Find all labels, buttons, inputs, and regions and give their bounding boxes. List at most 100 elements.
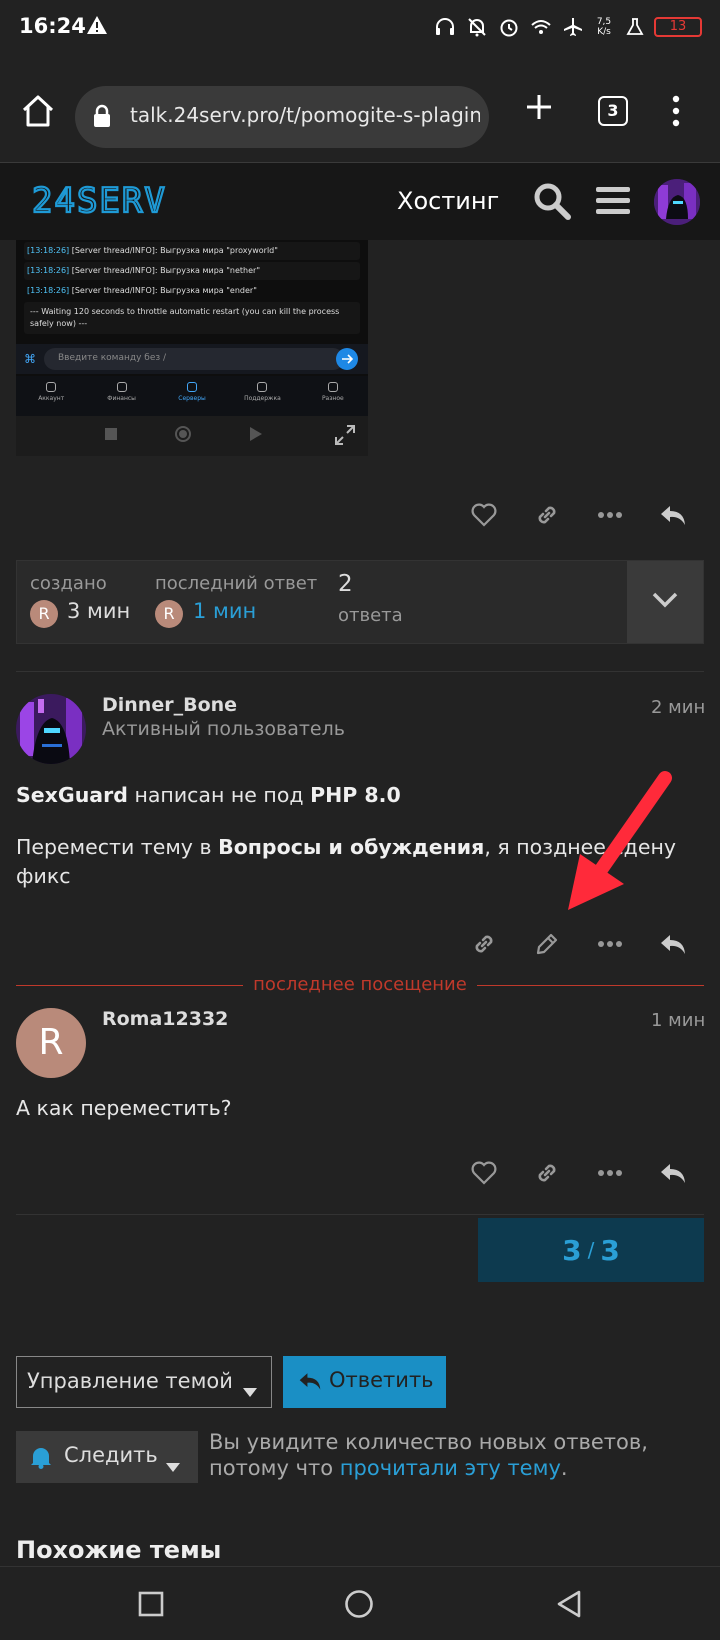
read-topic-link[interactable]: прочитали эту тему xyxy=(340,1456,561,1480)
reply-button-label: Ответить xyxy=(329,1368,434,1392)
link-icon[interactable] xyxy=(515,493,578,537)
divider xyxy=(16,671,704,672)
post-actions xyxy=(452,493,704,537)
chevron-down-icon xyxy=(651,591,679,613)
embed-nav-item: Аккаунт xyxy=(16,376,86,416)
last-reply-value[interactable]: 1 мин xyxy=(193,599,256,623)
created-label: создано xyxy=(30,573,107,594)
annotation-arrow xyxy=(568,771,672,910)
last-reply-label: последний ответ xyxy=(155,573,318,594)
clock: 16:24 xyxy=(19,14,86,38)
link-icon[interactable] xyxy=(452,922,515,966)
alarm-icon xyxy=(496,14,522,40)
lock-icon xyxy=(93,104,111,132)
notification-level-label: Следить xyxy=(64,1443,158,1467)
caret-down-icon xyxy=(243,1378,257,1402)
embed-nav-item: Финансы xyxy=(86,376,156,416)
embed-input-bar: ⌘ Введите команду без / xyxy=(16,344,368,374)
post-date[interactable]: 1 мин xyxy=(651,1010,705,1031)
bell-icon xyxy=(30,1445,52,1474)
home-nav-icon[interactable] xyxy=(344,1589,374,1623)
progress-total: 3 xyxy=(600,1233,620,1267)
search-icon[interactable] xyxy=(532,181,572,225)
command-icon: ⌘ xyxy=(24,352,36,366)
expand-image-icon[interactable] xyxy=(334,424,356,450)
notification-level-button[interactable]: Следить xyxy=(16,1431,198,1483)
embed-command-input: Введите команду без / xyxy=(44,348,344,370)
net-speed: 7,5 K/s xyxy=(596,17,612,37)
replies-count: 2 xyxy=(338,571,353,597)
edit-pencil-icon[interactable] xyxy=(515,922,578,966)
battery-indicator: 13 xyxy=(654,17,702,37)
replies-label: ответа xyxy=(338,605,403,626)
last-visit-label: последнее посещение xyxy=(243,974,477,995)
more-actions-icon[interactable] xyxy=(578,1151,641,1195)
user-title: Активный пользователь xyxy=(102,718,345,740)
site-header: 24SERV Хостинг xyxy=(0,162,720,240)
flask-icon xyxy=(622,14,648,40)
recents-icon[interactable] xyxy=(138,1591,164,1621)
topic-map-toggle[interactable] xyxy=(627,561,703,643)
last-visit-separator: последнее посещение xyxy=(16,973,704,999)
avatar[interactable]: R xyxy=(30,600,58,628)
address-bar[interactable]: talk.24serv.pro/t/pomogite-s-plagino xyxy=(75,86,489,148)
user-avatar[interactable] xyxy=(654,179,700,225)
console-message: --- Waiting 120 seconds to throttle auto… xyxy=(24,302,360,334)
like-icon[interactable] xyxy=(452,1151,515,1195)
avatar[interactable]: R xyxy=(155,600,183,628)
status-bar: 16:24 7,5 K/s 13 xyxy=(0,0,720,56)
system-navigation-bar xyxy=(0,1566,720,1640)
post-username[interactable]: Dinner_Bone xyxy=(102,694,237,716)
topic-map: создано R 3 мин последний ответ R 1 мин … xyxy=(16,560,704,644)
post-username[interactable]: Roma12332 xyxy=(102,1008,228,1030)
post-image[interactable]: [13:18:26] [Server thread/INFO]: Выгрузк… xyxy=(16,240,368,456)
similar-topics-heading: Похожие темы xyxy=(16,1536,222,1564)
divider xyxy=(16,1214,704,1215)
url-text: talk.24serv.pro/t/pomogite-s-plagino xyxy=(130,103,480,127)
tab-switcher-button[interactable]: 3 xyxy=(598,96,628,126)
avatar[interactable] xyxy=(16,694,86,764)
more-actions-icon[interactable] xyxy=(578,493,641,537)
reply-icon[interactable] xyxy=(641,922,704,966)
new-tab-icon[interactable] xyxy=(524,92,554,126)
created-value: 3 мин xyxy=(67,599,131,623)
post-date[interactable]: 2 мин xyxy=(651,697,705,718)
progress-current: 3 xyxy=(562,1233,582,1267)
embed-system-bar xyxy=(16,416,368,456)
airplane-icon xyxy=(560,14,586,40)
post-actions xyxy=(452,1151,704,1195)
reply-button[interactable]: Ответить xyxy=(283,1356,446,1408)
topic-progress[interactable]: 3 / 3 xyxy=(478,1218,704,1282)
wifi-icon xyxy=(528,14,554,40)
embed-bottom-nav: Аккаунт Финансы Серверы Поддержка Разное xyxy=(16,376,368,416)
home-icon[interactable] xyxy=(18,92,58,134)
site-logo[interactable]: 24SERV xyxy=(31,180,212,222)
send-icon xyxy=(336,348,358,370)
bell-off-icon xyxy=(464,14,490,40)
reply-icon[interactable] xyxy=(641,493,704,537)
back-nav-icon[interactable] xyxy=(556,1590,582,1622)
overflow-menu-icon[interactable] xyxy=(668,94,684,132)
reply-icon[interactable] xyxy=(641,1151,704,1195)
embed-nav-item: Поддержка xyxy=(227,376,297,416)
reply-icon xyxy=(298,1370,322,1397)
console-line: [13:18:26] [Server thread/INFO]: Выгрузк… xyxy=(24,242,360,260)
svg-text:24SERV: 24SERV xyxy=(32,182,167,218)
topic-admin-label: Управление темой xyxy=(27,1369,233,1393)
hamburger-menu-icon[interactable] xyxy=(595,183,631,223)
post-paragraph: А как переместить? xyxy=(16,1096,232,1120)
avatar[interactable]: R xyxy=(16,1008,86,1078)
embed-nav-item: Серверы xyxy=(157,376,227,416)
embed-nav-item: Разное xyxy=(298,376,368,416)
like-icon[interactable] xyxy=(452,493,515,537)
progress-slash: / xyxy=(587,1238,595,1262)
more-actions-icon[interactable] xyxy=(578,922,641,966)
nav-hosting[interactable]: Хостинг xyxy=(397,187,499,215)
notification-reason: Вы увидите количество новых ответов, пот… xyxy=(209,1430,648,1480)
console-line: [13:18:26] [Server thread/INFO]: Выгрузк… xyxy=(24,262,360,280)
headset-icon xyxy=(432,14,458,40)
topic-admin-button[interactable]: Управление темой xyxy=(16,1356,272,1408)
link-icon[interactable] xyxy=(515,1151,578,1195)
console-line: [13:18:26] [Server thread/INFO]: Выгрузк… xyxy=(24,282,360,300)
warning-icon xyxy=(86,15,108,39)
